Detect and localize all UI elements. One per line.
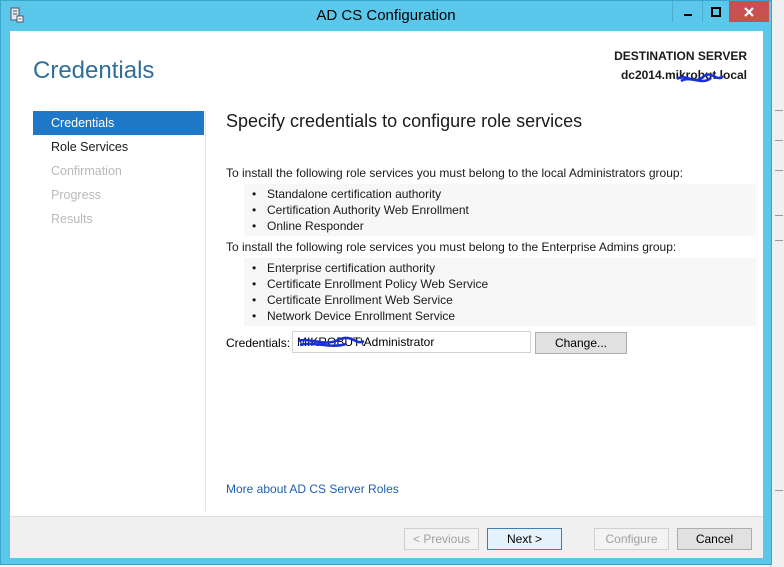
title-bar[interactable]: AD CS Configuration (1, 1, 771, 30)
credentials-label: Credentials: (226, 336, 291, 350)
list-item: Enterprise certification authority (252, 260, 756, 276)
list-item: Certificate Enrollment Web Service (252, 292, 756, 308)
redaction-scribble (676, 73, 724, 83)
maximize-icon (711, 6, 721, 17)
cancel-button[interactable]: Cancel (677, 528, 752, 550)
local-admins-role-list: Standalone certification authority Certi… (244, 184, 756, 236)
main-content: Specify credentials to configure role se… (226, 111, 756, 326)
list-item: Network Device Enrollment Service (252, 308, 756, 324)
previous-button[interactable]: < Previous (404, 528, 479, 550)
close-button[interactable] (729, 1, 769, 22)
minimize-button[interactable] (672, 1, 702, 22)
list-item: Certification Authority Web Enrollment (252, 202, 756, 218)
enterprise-admins-role-list: Enterprise certification authority Certi… (244, 258, 756, 326)
nav-item-credentials[interactable]: Credentials (33, 111, 204, 135)
change-credentials-button[interactable]: Change... (535, 332, 627, 354)
credentials-row: Credentials: MIKROBUT\Administrator Chan… (226, 331, 756, 355)
maximize-button[interactable] (702, 1, 729, 22)
section-heading: Specify credentials to configure role se… (226, 111, 583, 131)
nav-item-confirmation: Confirmation (51, 164, 122, 178)
window-title: AD CS Configuration (316, 7, 456, 24)
close-icon (744, 6, 754, 17)
page-title: Credentials (33, 57, 155, 84)
nav-divider (205, 111, 206, 511)
list-item: Certificate Enrollment Policy Web Servic… (252, 276, 756, 292)
destination-server-label: DESTINATION SERVER (614, 49, 747, 63)
ad-cs-configuration-window: AD CS Configuration Credentials DESTINAT… (0, 0, 772, 565)
local-admins-intro: To install the following role services y… (226, 166, 683, 180)
nav-item-role-services[interactable]: Role Services (33, 135, 204, 159)
more-about-adcs-link[interactable]: More about AD CS Server Roles (226, 482, 399, 496)
configure-button[interactable]: Configure (594, 528, 669, 550)
list-item: Online Responder (252, 218, 756, 234)
enterprise-admins-intro: To install the following role services y… (226, 240, 677, 254)
wizard-footer: < Previous Next > Configure Cancel (10, 516, 763, 558)
wizard-client-area: Credentials DESTINATION SERVER dc2014.mi… (10, 31, 763, 558)
wizard-navigation: Credentials Role Services Confirmation P… (33, 111, 204, 231)
nav-item-progress: Progress (51, 188, 102, 202)
nav-item-results: Results (51, 212, 93, 226)
redaction-scribble (297, 336, 365, 347)
list-item: Standalone certification authority (252, 186, 756, 202)
next-button[interactable]: Next > (487, 528, 562, 550)
minimize-icon (683, 13, 692, 16)
background-window-strip (770, 0, 784, 567)
